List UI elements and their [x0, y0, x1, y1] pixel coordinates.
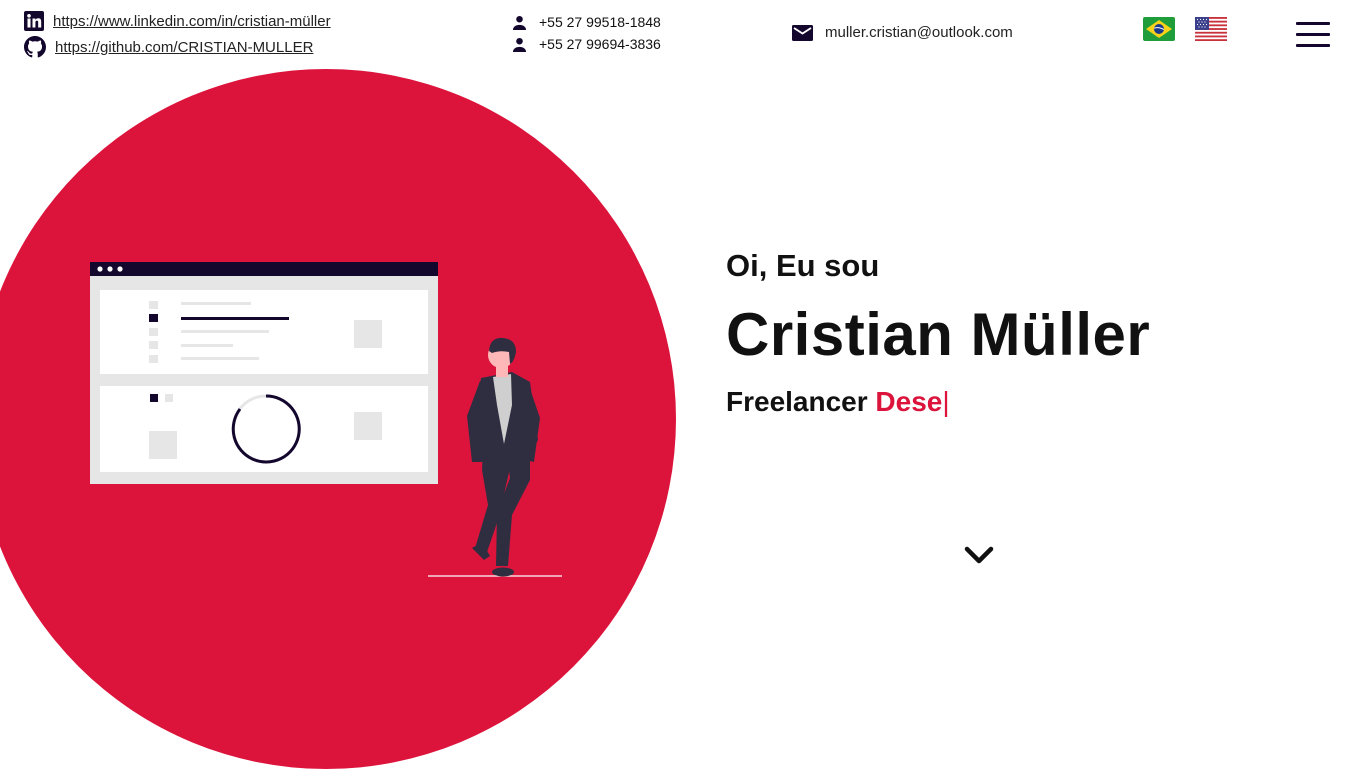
role-typed-text: Dese — [875, 386, 943, 417]
typing-caret: | — [942, 386, 950, 417]
usa-flag-icon[interactable] — [1195, 17, 1227, 41]
email-row: muller.cristian@outlook.com — [792, 24, 1013, 41]
role-prefix: Freelancer — [726, 386, 868, 417]
hero-greeting: Oi, Eu sou — [726, 248, 880, 283]
chevron-down-icon[interactable] — [962, 544, 996, 568]
email-address[interactable]: muller.cristian@outlook.com — [825, 24, 1013, 41]
hamburger-menu-icon[interactable] — [1296, 20, 1330, 50]
envelope-icon — [792, 24, 813, 41]
hero-illustration — [90, 262, 562, 577]
hero-role: Freelancer Dese| — [726, 386, 950, 418]
person-illustration — [428, 337, 562, 577]
hero-name: Cristian Müller — [726, 301, 1151, 368]
browser-window-illustration — [90, 262, 438, 484]
brazil-flag-icon[interactable] — [1143, 17, 1175, 41]
